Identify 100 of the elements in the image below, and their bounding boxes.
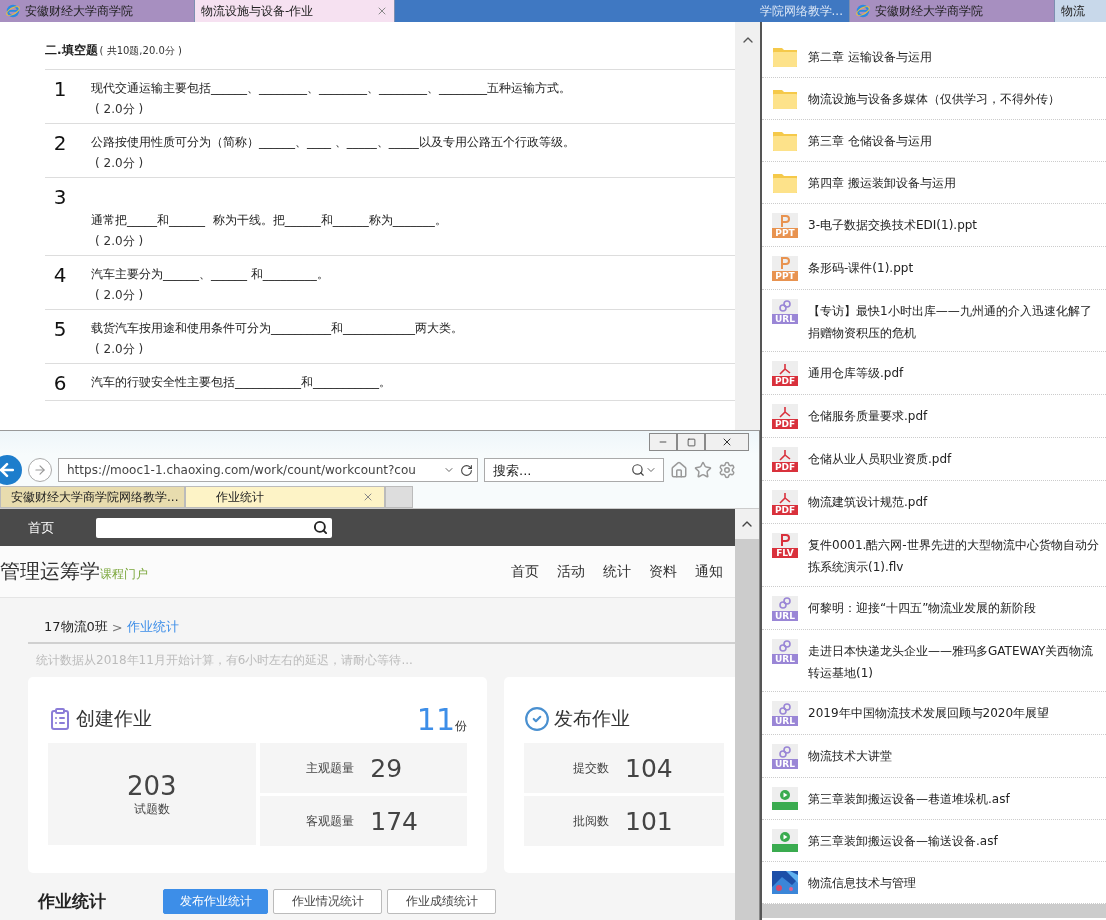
file-name[interactable]: 第四章 搬运装卸设备与运用: [808, 171, 956, 194]
document-glyph-icon: [779, 257, 791, 270]
nav-link[interactable]: 统计: [603, 562, 631, 581]
file-name[interactable]: 走进日本快递龙头企业——雅玛多GATEWAY关西物流转运基地(1): [808, 638, 1100, 684]
file-type-label: PDF: [772, 419, 798, 430]
question-text: 现代交通运输主要包括______、________、________、________、________五种运输方式。: [91, 80, 571, 97]
nav-link[interactable]: 首页: [28, 518, 54, 537]
back-arrow-icon[interactable]: [0, 460, 17, 480]
file-name[interactable]: 物流信息技术与管理: [808, 871, 916, 894]
homework-count: 11: [416, 701, 455, 737]
question-number: 5: [52, 317, 68, 343]
question-text: 通常把_____和______ 称为干线。把______和______称为_______。: [91, 212, 448, 229]
refresh-icon[interactable]: [460, 463, 473, 477]
browser-icon: [6, 4, 20, 18]
folder-icon: [772, 171, 798, 194]
course-subtitle: 课程门户: [100, 567, 148, 583]
browser-tab[interactable]: 作业统计: [185, 486, 385, 508]
search-input[interactable]: 搜索...: [491, 461, 631, 479]
back-button[interactable]: [0, 455, 22, 485]
link-icon: [779, 597, 791, 610]
taskbar-tab[interactable]: 物流设施与设备-作业: [195, 0, 395, 22]
question-score: ( 2.0分 ): [94, 341, 145, 358]
question-number: 6: [52, 371, 68, 395]
file-name[interactable]: 仓储服务质量要求.pdf: [808, 404, 928, 428]
section-heading: 作业统计: [38, 890, 106, 913]
nav-link[interactable]: 通知: [695, 562, 723, 581]
file-name[interactable]: 【专访】最快1小时出库——九州通的介入迅速化解了捐赠物资积压的危机: [808, 298, 1100, 344]
stat-value: 104: [625, 753, 674, 783]
file-name[interactable]: 物流建筑设计规范.pdf: [808, 490, 928, 514]
file-name[interactable]: 复件0001.酷六网-世界先进的大型物流中心货物自动分拣系统演示(1).flv: [808, 532, 1100, 578]
file-name[interactable]: 第三章装卸搬运设备—输送设备.asf: [808, 829, 998, 852]
folder-icon: [772, 129, 798, 152]
search-icon[interactable]: [631, 463, 645, 477]
file-type-label: PDF: [772, 376, 798, 387]
card-title: 发布作业: [554, 706, 631, 731]
stat-label: 试题数: [133, 800, 170, 818]
file-name[interactable]: 物流技术大讲堂: [808, 744, 892, 768]
file-type-label: URL: [772, 759, 798, 770]
file-name[interactable]: 3-电子数据交换技术EDI(1).ppt: [808, 213, 978, 236]
section-note: ( 共10题,20.0分 ): [99, 44, 182, 58]
file-name[interactable]: 何黎明：迎接“十四五”物流业发展的新阶段: [808, 595, 1037, 619]
nav-link[interactable]: 资料: [649, 562, 677, 581]
site-search-field[interactable]: [96, 517, 332, 538]
video-file-icon: [772, 829, 798, 852]
maximize-button[interactable]: [677, 433, 705, 451]
taskbar-tab[interactable]: 安徽财经大学商学院: [0, 0, 195, 22]
search-icon[interactable]: [313, 520, 328, 535]
file-type-label: PDF: [772, 462, 798, 473]
minimize-button[interactable]: [649, 433, 677, 451]
file-name[interactable]: 第三章装卸搬运设备—巷道堆垛机.asf: [808, 787, 1010, 810]
stat-label: 批阅数: [573, 812, 609, 830]
forward-button[interactable]: [28, 458, 52, 482]
folder-icon: [772, 87, 798, 110]
stat-value: 101: [625, 806, 674, 836]
breadcrumb-link[interactable]: 17物流0班: [44, 618, 108, 636]
file-type-label: FLV: [772, 547, 798, 558]
question-score: ( 2.0分 ): [94, 233, 145, 250]
file-name[interactable]: 第二章 运输设备与运用: [808, 45, 932, 68]
file-name[interactable]: 通用仓库等级.pdf: [808, 361, 904, 385]
stats-tab[interactable]: 作业成绩统计: [387, 889, 496, 914]
file-type-label: PPT: [772, 270, 798, 281]
nav-link[interactable]: 活动: [557, 562, 585, 581]
pdf-glyph-icon: [779, 448, 791, 461]
close-icon[interactable]: [721, 436, 733, 448]
file-name[interactable]: 物流设施与设备多媒体（仅供学习，不得外传）: [808, 87, 1060, 110]
file-name[interactable]: 仓储从业人员职业资质.pdf: [808, 447, 952, 471]
file-name[interactable]: 第三章 仓储设备与运用: [808, 129, 932, 152]
maximize-icon[interactable]: [686, 437, 696, 447]
file-name[interactable]: 条形码-课件(1).ppt: [808, 255, 914, 279]
question-text: 公路按使用性质可分为（简称）______、____ 、_____、_____以及专用公路五个行政等级。: [91, 134, 575, 151]
file-name[interactable]: 2019年中国物流技术发展回顾与2020年展望: [808, 701, 1050, 725]
question-score: ( 2.0分 ): [94, 287, 145, 304]
question-text: 汽车主要分为______、______ 和_________。: [91, 266, 329, 283]
browser-tab[interactable]: 安徽财经大学商学院网络教学...: [0, 486, 185, 508]
link-icon: [779, 300, 791, 313]
scrollbar[interactable]: [735, 22, 760, 430]
forward-arrow-icon[interactable]: [33, 463, 47, 477]
scrollbar[interactable]: [762, 904, 1106, 918]
stat-value: 174: [370, 806, 419, 836]
stat-label: 提交数: [573, 759, 609, 777]
settings-icon[interactable]: [718, 461, 736, 479]
question-text: 载货汽车按用途和使用条件可分为__________和____________两大类。: [91, 320, 463, 337]
nav-link[interactable]: 首页: [511, 562, 539, 581]
scrollbar[interactable]: [735, 509, 759, 920]
star-icon[interactable]: [694, 461, 712, 479]
stat-value: 29: [370, 753, 404, 783]
pdf-glyph-icon: [779, 405, 791, 418]
video-file-icon: [772, 787, 798, 810]
stats-tab[interactable]: 作业情况统计: [273, 889, 382, 914]
search-field[interactable]: 搜索...: [484, 458, 664, 482]
taskbar-tab[interactable]: 学院网络教学...: [395, 0, 850, 22]
question-text: 汽车的行驶安全性主要包括___________和___________。: [91, 374, 391, 391]
link-icon: [779, 702, 791, 715]
stat-value: 203: [126, 770, 177, 801]
address-field[interactable]: https://mooc1-1.chaoxing.com/work/count/workcount?cou: [58, 458, 478, 482]
card-title: 创建作业: [76, 706, 153, 731]
file-type-label: PPT: [772, 228, 798, 238]
home-icon[interactable]: [670, 461, 688, 479]
taskbar-tab[interactable]: 安徽财经大学商学院: [850, 0, 1055, 22]
taskbar-tab[interactable]: 物流: [1055, 0, 1106, 22]
